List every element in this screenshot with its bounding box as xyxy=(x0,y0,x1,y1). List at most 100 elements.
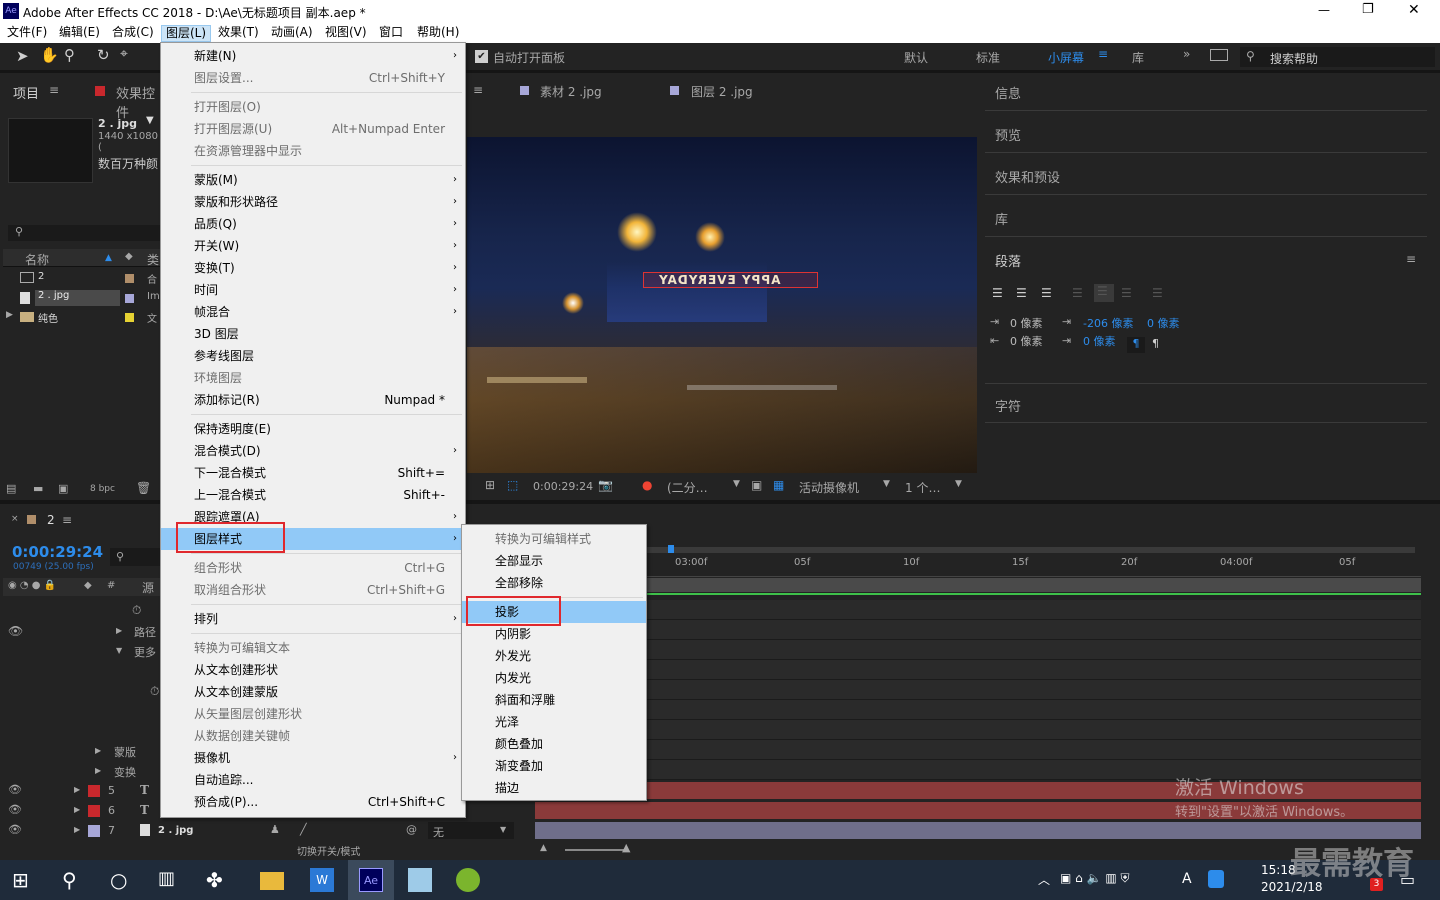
menu-edit[interactable]: 编辑(E) xyxy=(55,25,104,42)
maximize-button[interactable]: ❐ xyxy=(1362,2,1374,17)
workspace-library[interactable]: 库 xyxy=(1132,49,1144,66)
menu-item-camera[interactable]: 摄像机 › xyxy=(161,747,465,769)
menu-item-arrange[interactable]: 排列 › xyxy=(161,608,465,630)
hand-tool-icon[interactable]: ✋ xyxy=(40,46,59,64)
tray-icons[interactable]: ▣ ⌂ 🔈 ▥ ⛨ xyxy=(1060,871,1130,886)
layer-tab[interactable]: 图层 2 .jpg xyxy=(691,83,753,100)
resolution-dropdown[interactable]: (二分… xyxy=(667,479,708,496)
menu-item-reveal-in-explorer[interactable]: 在资源管理器中显示 xyxy=(161,140,465,162)
style-item-color-overlay[interactable]: 颜色叠加 xyxy=(462,733,646,755)
space-after-value[interactable]: 0 像素 xyxy=(1083,333,1116,349)
menu-window[interactable]: 窗口 xyxy=(375,25,407,42)
fast-preview-icon[interactable]: ▣ xyxy=(751,478,762,492)
eye-icon[interactable]: 👁 xyxy=(8,624,23,638)
menu-item-switches[interactable]: 开关(W) › xyxy=(161,235,465,257)
new-folder-icon[interactable]: ▬ xyxy=(33,482,43,495)
viewer-timecode[interactable]: 0:00:29:24 xyxy=(533,480,593,493)
word-icon[interactable]: W xyxy=(310,868,334,892)
task-view-icon[interactable]: ▥ xyxy=(158,868,182,892)
menu-item-keyframes-from-data[interactable]: 从数据创建关键帧 xyxy=(161,725,465,747)
ltr-direction-icon[interactable]: ¶ xyxy=(1127,337,1145,353)
expand-arrow-icon[interactable]: ▶ xyxy=(95,746,101,755)
menu-item-mask[interactable]: 蒙版(M) › xyxy=(161,169,465,191)
menu-item-3d-layer[interactable]: 3D 图层 xyxy=(161,323,465,345)
menu-item-ungroup-shapes[interactable]: 取消组合形状 Ctrl+Shift+G xyxy=(161,579,465,601)
time-ruler[interactable] xyxy=(645,555,1421,577)
camera-tool-icon[interactable]: ⌖ xyxy=(120,46,128,62)
menu-item-frame-blending[interactable]: 帧混合 › xyxy=(161,301,465,323)
character-tab[interactable]: 字符 xyxy=(995,396,1021,415)
project-tab[interactable]: 项目 xyxy=(13,83,39,102)
effects-presets-tab[interactable]: 效果和预设 xyxy=(995,167,1060,186)
style-item-inner-glow[interactable]: 内发光 xyxy=(462,667,646,689)
eye-icon[interactable]: 👁 xyxy=(8,783,22,796)
library-tab[interactable]: 库 xyxy=(995,209,1008,228)
expand-arrow-icon[interactable]: ▶ xyxy=(6,310,13,320)
minimize-button[interactable]: — xyxy=(1318,3,1330,17)
menu-item-auto-trace[interactable]: 自动追踪... xyxy=(161,769,465,791)
timeline-timecode[interactable]: 0:00:29:24 xyxy=(12,543,103,561)
col-name-header[interactable]: 名称 xyxy=(25,251,49,268)
justify-center-icon[interactable]: ☰ xyxy=(1094,284,1114,302)
expand-arrow-icon[interactable]: ▶ xyxy=(116,626,122,635)
menu-item-shapes-from-text[interactable]: 从文本创建形状 xyxy=(161,659,465,681)
panel-menu-icon[interactable]: ≡ xyxy=(49,83,59,97)
tray-chevron-icon[interactable]: ︿ xyxy=(1038,871,1050,888)
align-center-icon[interactable]: ☰ xyxy=(1016,286,1027,300)
style-item-show-all[interactable]: 全部显示 xyxy=(462,550,646,572)
item-dropdown-icon[interactable]: ▼ xyxy=(146,115,154,126)
menu-item-mask-shape-path[interactable]: 蒙版和形状路径 › xyxy=(161,191,465,213)
app-pinwheel-icon[interactable]: ✤ xyxy=(206,868,230,892)
collapse-arrow-icon[interactable]: ▼ xyxy=(116,646,122,655)
paragraph-tab[interactable]: 段落 xyxy=(995,251,1021,270)
menu-item-next-blending-mode[interactable]: 下一混合模式 Shift+= xyxy=(161,462,465,484)
align-left-icon[interactable]: ☰ xyxy=(992,286,1003,300)
workspace-default[interactable]: 默认 xyxy=(904,49,928,66)
expand-arrow-icon[interactable]: ▶ xyxy=(74,825,80,834)
new-comp-icon[interactable]: ▣ xyxy=(58,482,68,495)
menu-item-layer-settings[interactable]: 图层设置... Ctrl+Shift+Y xyxy=(161,67,465,89)
space-before-value[interactable]: 0 像素 xyxy=(1147,315,1180,331)
menu-item-group-shapes[interactable]: 组合形状 Ctrl+G xyxy=(161,557,465,579)
justify-right-icon[interactable]: ☰ xyxy=(1121,286,1132,300)
justify-left-icon[interactable]: ☰ xyxy=(1072,286,1083,300)
indent-left-value[interactable]: 0 像素 xyxy=(1010,315,1043,331)
style-item-inner-shadow[interactable]: 内阴影 xyxy=(462,623,646,645)
panel-menu-icon[interactable]: ≡ xyxy=(473,83,483,97)
work-area-bar[interactable] xyxy=(645,547,1415,553)
region-of-interest-icon[interactable]: ⊞ xyxy=(485,478,495,492)
style-item-remove-all[interactable]: 全部移除 xyxy=(462,572,646,594)
effect-controls-tab[interactable]: 效果控件 xyxy=(116,83,161,121)
menu-item-transform[interactable]: 变换(T) › xyxy=(161,257,465,279)
rtl-direction-icon[interactable]: ¶ xyxy=(1152,337,1159,350)
menu-effect[interactable]: 效果(T) xyxy=(214,25,263,42)
menu-animation[interactable]: 动画(A) xyxy=(267,25,317,42)
rotate-tool-icon[interactable]: ↻ xyxy=(97,46,110,64)
expand-arrow-icon[interactable]: ▶ xyxy=(74,785,80,794)
info-panel-tab[interactable]: 信息 xyxy=(995,83,1021,102)
qq-icon[interactable] xyxy=(1208,870,1224,888)
project-row[interactable]: 2 . jpg Im xyxy=(3,289,161,308)
zoom-tool-icon[interactable]: ⚲ xyxy=(64,46,75,64)
text-layer-overlay[interactable]: APPY EVERYDAY xyxy=(643,272,818,288)
style-item-convert-editable[interactable]: 转换为可编辑样式 xyxy=(462,528,646,550)
close-tab-icon[interactable]: × xyxy=(11,514,19,524)
align-right-icon[interactable]: ☰ xyxy=(1041,286,1052,300)
interpret-footage-icon[interactable]: ▤ xyxy=(6,482,16,495)
comp-tab[interactable]: 2 xyxy=(47,513,55,527)
menu-item-blending-mode[interactable]: 混合模式(D) › xyxy=(161,440,465,462)
menu-item-shapes-from-vector[interactable]: 从矢量图层创建形状 xyxy=(161,703,465,725)
menu-item-open-layer-source[interactable]: 打开图层源(U) Alt+Numpad Enter xyxy=(161,118,465,140)
search-icon[interactable]: ⚲ xyxy=(62,868,86,892)
eye-icon[interactable]: 👁 xyxy=(8,803,22,816)
panel-menu-icon[interactable]: ≡ xyxy=(1406,252,1416,266)
close-button[interactable]: ✕ xyxy=(1408,2,1420,18)
transparency-grid-icon[interactable]: ▦ xyxy=(773,478,784,492)
file-explorer-icon[interactable] xyxy=(260,872,284,890)
zoom-in-icon[interactable]: ▲ xyxy=(622,841,630,854)
project-search-field[interactable] xyxy=(8,225,161,241)
viewer-image[interactable]: APPY EVERYDAY xyxy=(467,137,977,473)
indent-right-value[interactable]: 0 像素 xyxy=(1010,333,1043,349)
footage-tab[interactable]: 素材 2 .jpg xyxy=(540,83,602,100)
menu-item-masks-from-text[interactable]: 从文本创建蒙版 xyxy=(161,681,465,703)
